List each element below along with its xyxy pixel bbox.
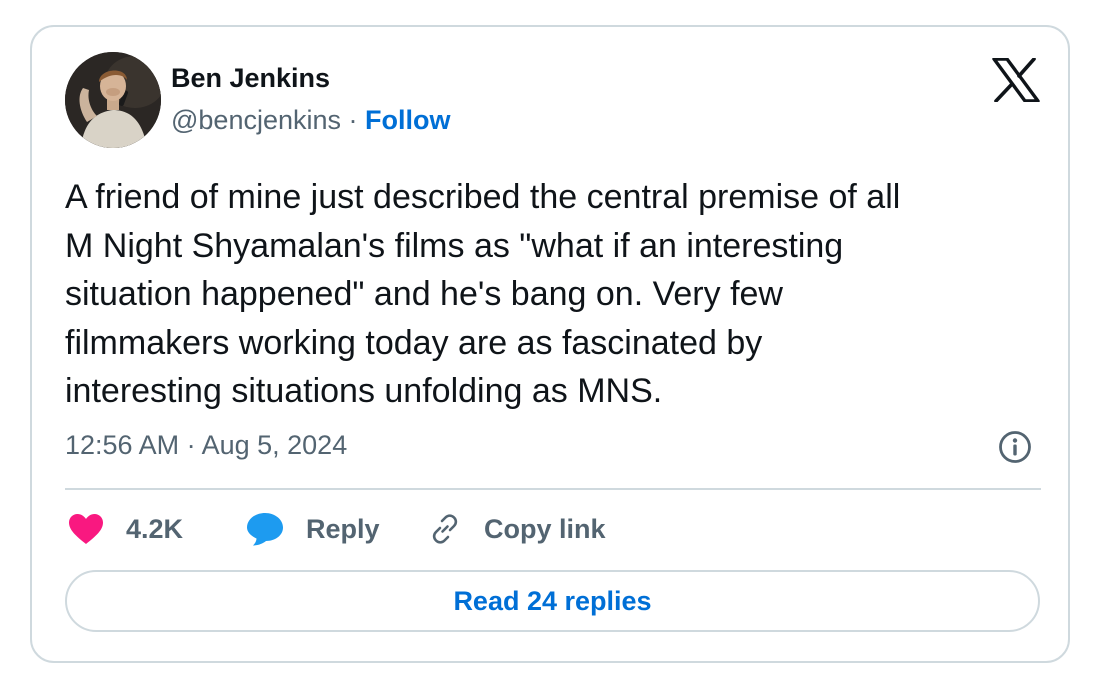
tweet-timestamp[interactable]: 12:56 AM · Aug 5, 2024 [65,428,347,462]
avatar-photo [65,52,161,148]
speech-bubble-icon [247,513,283,546]
heart-icon [69,514,103,544]
follow-button[interactable]: Follow [365,105,450,135]
tweet-card: Ben Jenkins @bencjenkins · Follow A frie… [30,25,1070,663]
like-count: 4.2K [126,513,184,544]
read-replies-button[interactable]: Read 24 replies [65,570,1040,632]
x-logo-icon[interactable] [992,57,1040,103]
avatar[interactable] [65,52,161,148]
copy-link-label: Copy link [484,513,606,544]
author-display-name[interactable]: Ben Jenkins [171,61,330,95]
author-handle-line: @bencjenkins · Follow [171,103,451,137]
reply-button[interactable]: Reply [246,508,380,550]
reply-label: Reply [306,513,380,544]
handle-separator: · [341,105,366,135]
info-icon[interactable] [998,430,1032,464]
author-handle[interactable]: @bencjenkins [171,105,341,135]
copy-link-button[interactable]: Copy link [428,508,606,550]
divider [65,488,1041,490]
link-icon [432,514,458,544]
tweet-text: A friend of mine just described the cent… [65,178,901,411]
like-button[interactable]: 4.2K [68,508,183,550]
